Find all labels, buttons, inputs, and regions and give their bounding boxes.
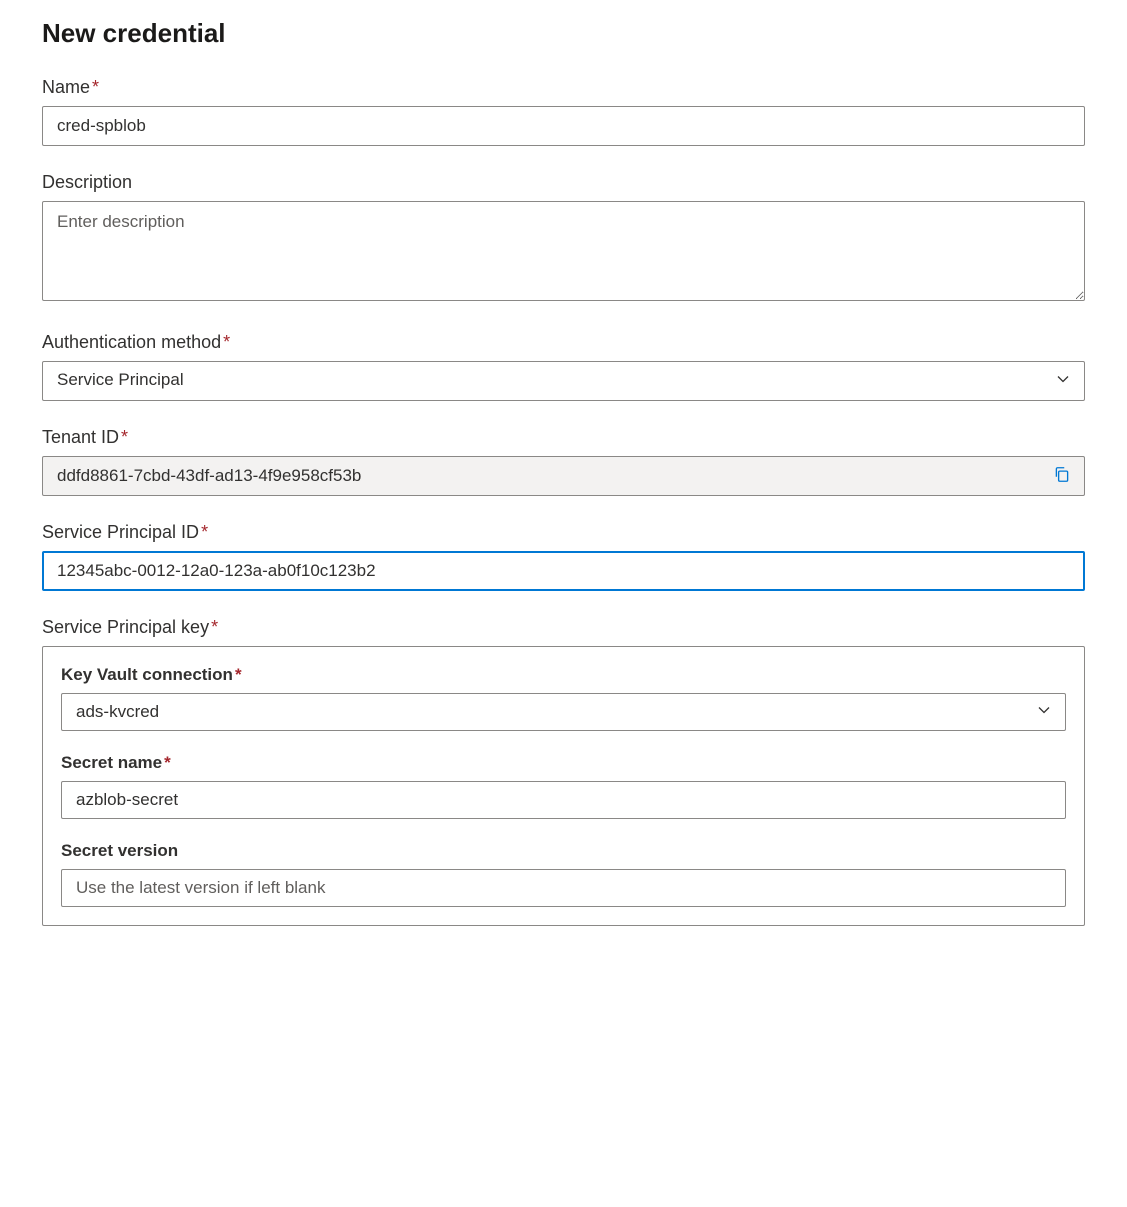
- sp-key-label: Service Principal key*: [42, 617, 1085, 638]
- secret-name-label: Secret name*: [61, 753, 1066, 773]
- kv-connection-label: Key Vault connection*: [61, 665, 1066, 685]
- sp-id-input[interactable]: [42, 551, 1085, 591]
- copy-button[interactable]: [1049, 462, 1075, 491]
- sp-id-label: Service Principal ID*: [42, 522, 1085, 543]
- required-asterisk: *: [201, 522, 208, 542]
- kv-connection-label-text: Key Vault connection: [61, 665, 233, 684]
- secret-name-field-group: Secret name*: [61, 753, 1066, 819]
- required-asterisk: *: [211, 617, 218, 637]
- secret-version-label-text: Secret version: [61, 841, 178, 860]
- description-label: Description: [42, 172, 1085, 193]
- auth-method-label: Authentication method*: [42, 332, 1085, 353]
- sp-key-label-text: Service Principal key: [42, 617, 209, 637]
- auth-method-field-group: Authentication method* Service Principal: [42, 332, 1085, 401]
- name-label: Name*: [42, 77, 1085, 98]
- description-label-text: Description: [42, 172, 132, 192]
- kv-connection-field-group: Key Vault connection* ads-kvcred: [61, 665, 1066, 731]
- required-asterisk: *: [235, 665, 242, 684]
- copy-icon: [1053, 466, 1071, 487]
- auth-method-label-text: Authentication method: [42, 332, 221, 352]
- tenant-id-input: [42, 456, 1085, 496]
- auth-method-select[interactable]: Service Principal: [42, 361, 1085, 401]
- description-input[interactable]: [42, 201, 1085, 301]
- sp-key-panel: Key Vault connection* ads-kvcred Secret …: [42, 646, 1085, 926]
- tenant-id-field-group: Tenant ID*: [42, 427, 1085, 496]
- sp-id-field-group: Service Principal ID*: [42, 522, 1085, 591]
- page-title: New credential: [42, 18, 1085, 49]
- name-field-group: Name*: [42, 77, 1085, 146]
- tenant-id-label-text: Tenant ID: [42, 427, 119, 447]
- secret-version-label: Secret version: [61, 841, 1066, 861]
- name-input[interactable]: [42, 106, 1085, 146]
- required-asterisk: *: [121, 427, 128, 447]
- secret-name-label-text: Secret name: [61, 753, 162, 772]
- kv-connection-select[interactable]: ads-kvcred: [61, 693, 1066, 731]
- sp-key-field-group: Service Principal key* Key Vault connect…: [42, 617, 1085, 926]
- description-field-group: Description: [42, 172, 1085, 306]
- sp-id-label-text: Service Principal ID: [42, 522, 199, 542]
- secret-name-input[interactable]: [61, 781, 1066, 819]
- required-asterisk: *: [92, 77, 99, 97]
- tenant-id-label: Tenant ID*: [42, 427, 1085, 448]
- secret-version-input[interactable]: [61, 869, 1066, 907]
- name-label-text: Name: [42, 77, 90, 97]
- required-asterisk: *: [164, 753, 171, 772]
- secret-version-field-group: Secret version: [61, 841, 1066, 907]
- required-asterisk: *: [223, 332, 230, 352]
